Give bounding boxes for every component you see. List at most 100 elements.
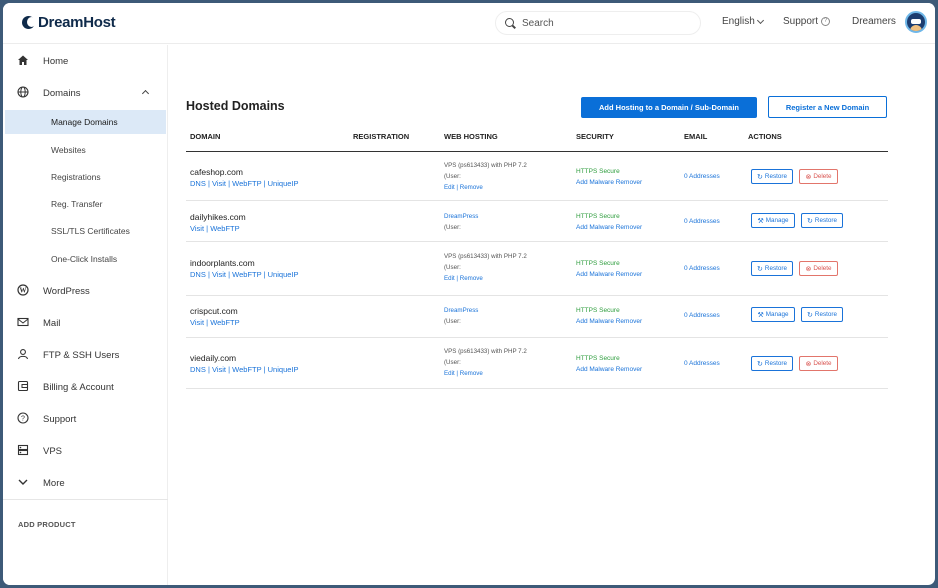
add-malware-remover-link[interactable]: Add Malware Remover	[576, 222, 642, 233]
domain-name[interactable]: dailyhikes.com	[190, 212, 246, 222]
restore-button[interactable]: ↻ Restore	[801, 307, 843, 322]
support-menu[interactable]: Support?	[783, 16, 831, 27]
sidebar-item-more[interactable]: More	[3, 470, 168, 496]
sidebar-item-wordpress[interactable]: W WordPress	[3, 278, 168, 304]
dns-link[interactable]: DNS	[190, 365, 206, 374]
sidebar-subitem-ssl-tls[interactable]: SSL/TLS Certificates	[5, 219, 166, 243]
hosting-user: (User:	[444, 359, 461, 366]
edit-link[interactable]: Edit	[444, 370, 455, 377]
edit-link[interactable]: Edit	[444, 275, 455, 282]
email-addresses-link[interactable]: 0 Addresses	[684, 173, 720, 180]
restore-button[interactable]: ↻ Restore	[751, 169, 793, 184]
column-header-email: EMAIL	[684, 132, 708, 141]
user-name[interactable]: Dreamers	[852, 16, 896, 27]
domain-links: DNS | Visit | WebFTP | UniqueIP	[190, 179, 299, 188]
domain-name[interactable]: viedaily.com	[190, 353, 236, 363]
server-icon	[17, 444, 29, 456]
manage-button[interactable]: ⚒ Manage	[751, 307, 795, 322]
webftp-link[interactable]: WebFTP	[210, 318, 239, 327]
sidebar-item-home[interactable]: Home	[3, 48, 168, 74]
restore-button[interactable]: ↻ Restore	[751, 261, 793, 276]
user-icon	[17, 348, 29, 360]
sidebar-item-billing-account[interactable]: Billing & Account	[3, 374, 168, 400]
sidebar-item-domains[interactable]: Domains	[3, 80, 168, 106]
email-addresses-link[interactable]: 0 Addresses	[684, 312, 720, 319]
domain-name[interactable]: crispcut.com	[190, 306, 238, 316]
uniqueip-link[interactable]: UniqueIP	[268, 270, 299, 279]
webftp-link[interactable]: WebFTP	[232, 179, 261, 188]
visit-link[interactable]: Visit	[190, 318, 204, 327]
search-input[interactable]	[522, 17, 682, 29]
search-box[interactable]	[495, 11, 701, 35]
email-addresses-link[interactable]: 0 Addresses	[684, 360, 720, 367]
chevron-up-icon[interactable]	[141, 89, 150, 98]
hosting-info: VPS (ps613433) with PHP 7.2 (User: Edit …	[444, 348, 527, 377]
delete-icon: ⊗	[805, 265, 812, 273]
restore-icon: ↻	[807, 217, 813, 225]
sidebar-subitem-manage-domains[interactable]: Manage Domains	[5, 110, 166, 134]
add-malware-remover-link[interactable]: Add Malware Remover	[576, 177, 642, 188]
remove-link[interactable]: Remove	[460, 275, 483, 282]
help-circle-icon: ?	[17, 412, 29, 424]
avatar[interactable]	[905, 11, 927, 33]
webftp-link[interactable]: WebFTP	[232, 365, 261, 374]
dreampress-link[interactable]: DreamPress	[444, 211, 478, 222]
webftp-link[interactable]: WebFTP	[210, 224, 239, 233]
button-label: Manage	[765, 311, 789, 318]
domain-links: Visit | WebFTP	[190, 224, 240, 233]
add-malware-remover-link[interactable]: Add Malware Remover	[576, 364, 642, 375]
sidebar-item-support[interactable]: ? Support	[3, 406, 168, 432]
restore-icon: ↻	[757, 360, 763, 368]
restore-button[interactable]: ↻ Restore	[801, 213, 843, 228]
add-malware-remover-link[interactable]: Add Malware Remover	[576, 316, 642, 327]
page-title: Hosted Domains	[186, 99, 285, 113]
sidebar-item-label: WordPress	[43, 285, 90, 297]
remove-link[interactable]: Remove	[460, 370, 483, 377]
sidebar-item-mail[interactable]: Mail	[3, 310, 168, 336]
sidebar-item-vps[interactable]: VPS	[3, 438, 168, 464]
delete-button[interactable]: ⊗ Delete	[799, 356, 838, 371]
sidebar-item-label: More	[43, 477, 65, 489]
language-selector[interactable]: English	[722, 16, 764, 27]
add-malware-remover-link[interactable]: Add Malware Remover	[576, 269, 642, 280]
sidebar-subitem-registrations[interactable]: Registrations	[5, 165, 166, 189]
uniqueip-link[interactable]: UniqueIP	[268, 179, 299, 188]
dreampress-link[interactable]: DreamPress	[444, 305, 478, 316]
dns-link[interactable]: DNS	[190, 179, 206, 188]
hosting-info: DreamPress (User:	[444, 305, 478, 327]
wrench-icon: ⚒	[757, 311, 764, 319]
sidebar-subitem-websites[interactable]: Websites	[5, 138, 166, 162]
delete-button[interactable]: ⊗ Delete	[799, 261, 838, 276]
hosting-info: VPS (ps613433) with PHP 7.2 (User: Edit …	[444, 253, 527, 282]
column-header-security: SECURITY	[576, 132, 614, 141]
visit-link[interactable]: Visit	[212, 365, 226, 374]
domain-name[interactable]: indoorplants.com	[190, 258, 255, 268]
dreamhost-logo[interactable]: DreamHost	[22, 14, 116, 31]
security-info: HTTPS Secure Add Malware Remover	[576, 305, 642, 327]
email-addresses-link[interactable]: 0 Addresses	[684, 265, 720, 272]
visit-link[interactable]: Visit	[212, 270, 226, 279]
restore-button[interactable]: ↻ Restore	[751, 356, 793, 371]
add-product-link[interactable]: ADD PRODUCT	[18, 520, 76, 529]
security-info: HTTPS Secure Add Malware Remover	[576, 166, 642, 188]
security-info: HTTPS Secure Add Malware Remover	[576, 258, 642, 280]
uniqueip-link[interactable]: UniqueIP	[268, 365, 299, 374]
register-domain-button[interactable]: Register a New Domain	[768, 96, 887, 118]
add-hosting-button[interactable]: Add Hosting to a Domain / Sub-Domain	[581, 97, 757, 118]
dreamhost-moon-icon	[22, 16, 36, 29]
edit-link[interactable]: Edit	[444, 184, 455, 191]
visit-link[interactable]: Visit	[190, 224, 204, 233]
visit-link[interactable]: Visit	[212, 179, 226, 188]
sidebar-divider	[3, 499, 168, 500]
manage-button[interactable]: ⚒ Manage	[751, 213, 795, 228]
email-addresses-link[interactable]: 0 Addresses	[684, 218, 720, 225]
sidebar-item-ftp-ssh-users[interactable]: FTP & SSH Users	[3, 342, 168, 368]
column-header-domain: DOMAIN	[190, 132, 221, 141]
remove-link[interactable]: Remove	[460, 184, 483, 191]
sidebar-subitem-one-click-installs[interactable]: One-Click Installs	[5, 247, 166, 271]
delete-button[interactable]: ⊗ Delete	[799, 169, 838, 184]
dns-link[interactable]: DNS	[190, 270, 206, 279]
sidebar-subitem-reg-transfer[interactable]: Reg. Transfer	[5, 192, 166, 216]
domain-name[interactable]: cafeshop.com	[190, 167, 243, 177]
webftp-link[interactable]: WebFTP	[232, 270, 261, 279]
